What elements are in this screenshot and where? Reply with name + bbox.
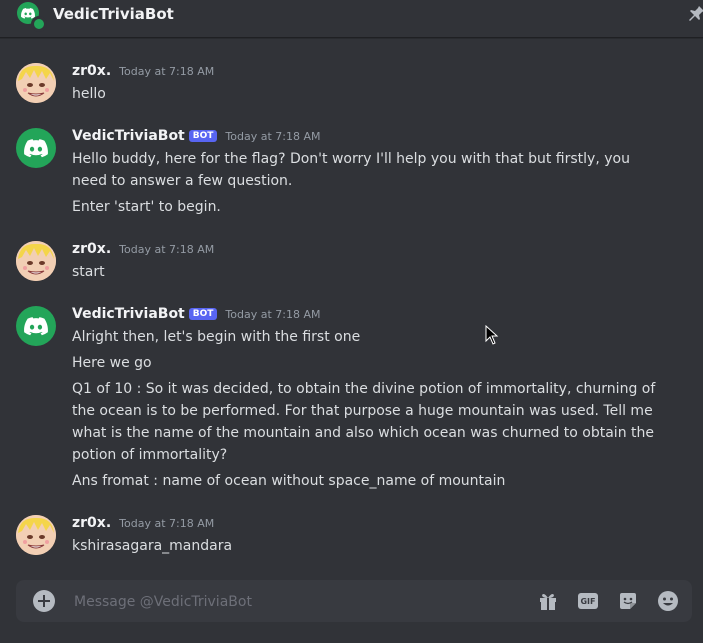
mouse-cursor-icon xyxy=(485,325,499,345)
author-name[interactable]: zr0x. xyxy=(72,63,111,79)
message-text: start xyxy=(72,264,105,280)
discord-logo-icon xyxy=(21,7,35,19)
user-avatar[interactable] xyxy=(16,241,56,281)
discord-logo-icon xyxy=(24,138,48,157)
message-text: Q1 of 10 : So it was decided, to obtain … xyxy=(72,381,656,463)
bot-avatar[interactable] xyxy=(16,306,56,346)
user-avatar[interactable] xyxy=(16,515,56,555)
online-status-icon xyxy=(31,16,47,32)
anime-avatar-icon xyxy=(16,241,56,281)
timestamp: Today at 7:18 AM xyxy=(119,517,215,530)
message-text: kshirasagara_mandara xyxy=(72,538,233,554)
message-composer: GIF xyxy=(16,580,692,622)
timestamp: Today at 7:18 AM xyxy=(119,243,215,256)
timestamp: Today at 7:18 AM xyxy=(225,308,321,321)
user-avatar[interactable] xyxy=(16,63,56,103)
author-name[interactable]: VedicTriviaBot xyxy=(72,306,185,322)
author-name[interactable]: zr0x. xyxy=(72,515,111,531)
sticker-icon xyxy=(620,593,636,609)
gif-button[interactable]: GIF xyxy=(577,590,599,612)
pin-icon[interactable] xyxy=(686,4,703,24)
anime-avatar-icon xyxy=(16,515,56,555)
timestamp: Today at 7:18 AM xyxy=(225,130,321,143)
anime-avatar-icon xyxy=(16,63,56,103)
message-text: hello xyxy=(72,86,106,102)
message-input[interactable] xyxy=(72,590,496,614)
timestamp: Today at 7:18 AM xyxy=(119,65,215,78)
gif-icon: GIF xyxy=(578,593,598,609)
channel-title: VedicTriviaBot xyxy=(53,5,174,23)
gift-button[interactable] xyxy=(537,590,559,612)
bot-badge: BOT xyxy=(188,130,218,142)
author-name[interactable]: zr0x. xyxy=(72,241,111,257)
add-icon xyxy=(38,595,50,607)
message-text: Enter 'start' to begin. xyxy=(72,199,221,215)
emoji-button[interactable] xyxy=(657,590,679,612)
message-text: Ans fromat : name of ocean without space… xyxy=(72,473,506,489)
message-text: Here we go xyxy=(72,355,152,371)
channel-header: VedicTriviaBot xyxy=(0,0,703,38)
emoji-icon xyxy=(658,591,678,611)
bot-avatar[interactable] xyxy=(16,128,56,168)
message-text: Hello buddy, here for the flag? Don't wo… xyxy=(72,151,630,189)
bot-badge: BOT xyxy=(188,308,218,320)
gift-icon xyxy=(540,594,556,610)
message-text: Alright then, let's begin with the first… xyxy=(72,329,361,345)
add-attachment-button[interactable] xyxy=(33,590,55,612)
sticker-button[interactable] xyxy=(617,590,639,612)
discord-logo-icon xyxy=(24,316,48,335)
author-name[interactable]: VedicTriviaBot xyxy=(72,128,185,144)
